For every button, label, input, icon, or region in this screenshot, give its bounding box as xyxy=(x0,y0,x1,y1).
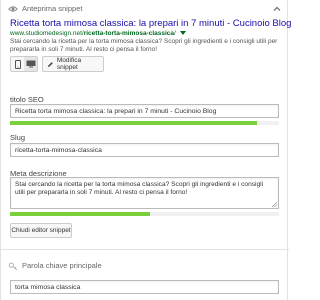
mobile-preview-button[interactable] xyxy=(11,57,24,71)
yoast-seo-panel: Anteprima snippet Ricetta torta mimosa c… xyxy=(0,0,291,300)
desktop-preview-button[interactable] xyxy=(24,57,37,71)
eye-icon xyxy=(8,6,18,12)
meta-description-textarea[interactable]: Stai cercando la ricetta per la torta mi… xyxy=(10,177,279,209)
focus-keyword-title: Parola chiave principale xyxy=(22,261,102,270)
key-icon xyxy=(8,262,18,271)
resize-grip-icon[interactable] xyxy=(272,202,277,207)
mobile-icon xyxy=(14,59,21,69)
chevron-up-icon[interactable] xyxy=(271,3,283,15)
meta-description-progress-fill xyxy=(10,212,150,216)
seo-title-progress xyxy=(10,121,279,125)
meta-description-progress xyxy=(10,212,279,216)
edit-snippet-button[interactable]: Modifica snippet xyxy=(42,56,104,72)
pencil-icon xyxy=(47,61,53,67)
meta-description-text: Stai cercando la ricetta per la torta mi… xyxy=(15,181,264,196)
snippet-url-prefix: www.studiomedesign.net/ xyxy=(10,30,84,37)
snippet-description: Stai cercando la ricetta per la torta mi… xyxy=(10,38,278,53)
snippet-title-link[interactable]: Ricetta torta mimosa classica: la prepar… xyxy=(10,18,291,29)
snippet-preview-title: Anteprima snippet xyxy=(22,4,83,13)
slug-input[interactable]: ricetta-torta-mimosa-classica xyxy=(10,143,279,157)
snippet-url-suffix: / xyxy=(174,30,176,37)
snippet-url: www.studiomedesign.net/ricetta-torta-mim… xyxy=(10,30,186,37)
caret-down-icon xyxy=(179,30,186,35)
seo-title-input[interactable]: Ricetta torta mimosa classica: la prepar… xyxy=(10,104,279,118)
device-toggle xyxy=(10,56,38,72)
snippet-url-slug: ricetta-torta-mimosa-classica xyxy=(83,30,175,37)
snippet-preview-header[interactable]: Anteprima snippet xyxy=(1,0,289,18)
focus-keyword-input[interactable]: torta mimosa classica xyxy=(10,280,279,294)
section-divider xyxy=(1,249,289,250)
seo-title-progress-fill xyxy=(10,121,258,125)
edit-snippet-label: Modifica snippet xyxy=(56,57,82,71)
seo-title-label: titolo SEO xyxy=(10,95,44,104)
close-snippet-editor-button[interactable]: Chiudi editor snippet xyxy=(10,223,72,238)
slug-label: Slug xyxy=(10,133,26,142)
focus-keyword-header[interactable]: Parola chiave principale xyxy=(1,257,289,275)
desktop-icon xyxy=(26,60,35,68)
